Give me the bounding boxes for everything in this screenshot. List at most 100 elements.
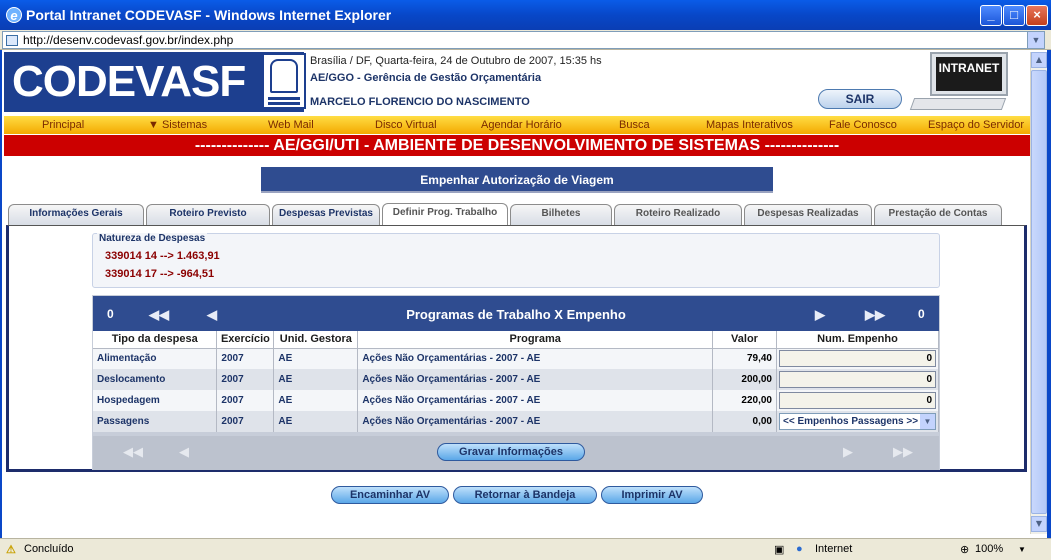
menu-espaco-servidor[interactable]: Espaço do Servidor	[928, 119, 1024, 131]
cell-programa: Ações Não Orçamentárias - 2007 - AE	[357, 348, 714, 369]
table-row: Deslocamento 2007 AE Ações Não Orçamentá…	[93, 369, 940, 390]
select-value: << Empenhos Passagens >>	[782, 416, 919, 427]
cell-exercicio: 2007	[216, 411, 275, 432]
record-count-left: 0	[107, 307, 114, 321]
cell-valor: 0,00	[712, 411, 777, 432]
scroll-thumb[interactable]	[1031, 70, 1047, 514]
codevasf-seal-icon	[262, 53, 306, 109]
intranet-computer-icon: INTRANET	[908, 52, 1018, 116]
cell-valor: 79,40	[712, 348, 777, 369]
warning-icon: ⚠	[6, 544, 16, 556]
tab-prestacao-contas[interactable]: Prestação de Contas	[874, 204, 1002, 225]
first-page-icon[interactable]: ◀◀	[123, 445, 143, 460]
scroll-down-icon[interactable]: ▼	[1031, 516, 1047, 532]
address-input[interactable]: http://desenv.codevasf.gov.br/index.php …	[2, 31, 1045, 49]
menu-principal[interactable]: Principal	[42, 119, 84, 131]
save-button[interactable]: Gravar Informações	[437, 443, 585, 461]
cell-valor: 220,00	[712, 390, 777, 411]
logout-button[interactable]: SAIR	[818, 89, 902, 109]
cell-programa: Ações Não Orçamentárias - 2007 - AE	[357, 390, 714, 411]
cell-tipo: Hospedagem	[93, 390, 218, 411]
ie-icon: e	[6, 7, 22, 23]
tab-despesas-previstas[interactable]: Despesas Previstas	[272, 204, 380, 225]
col-unid-gestora: Unid. Gestora	[273, 331, 359, 349]
next-page-icon[interactable]: ▶	[815, 307, 825, 323]
maximize-button[interactable]: □	[1003, 5, 1025, 26]
cell-programa: Ações Não Orçamentárias - 2007 - AE	[357, 369, 714, 390]
header-user: MARCELO FLORENCIO DO NASCIMENTO	[310, 96, 530, 108]
empenho-input[interactable]: 0	[778, 350, 936, 368]
header-datetime: Brasília / DF, Quarta-feira, 24 de Outub…	[310, 55, 602, 67]
col-programa: Programa	[357, 331, 714, 349]
programas-header: Programas de Trabalho X Empenho 0 ◀◀ ◀ ▶…	[93, 296, 939, 331]
record-count-right: 0	[918, 307, 925, 321]
vertical-scrollbar[interactable]: ▲ ▼	[1030, 52, 1047, 534]
encaminhar-av-button[interactable]: Encaminhar AV	[331, 486, 449, 504]
zoom-icon: ⊕	[960, 544, 970, 556]
chevron-down-icon[interactable]: ▼	[920, 414, 935, 429]
close-button[interactable]: ×	[1026, 5, 1048, 26]
cell-tipo: Deslocamento	[93, 369, 218, 390]
natureza-title: Natureza de Despesas	[97, 233, 208, 244]
status-text: Concluído	[24, 543, 74, 555]
page-title: Empenhar Autorização de Viagem	[261, 167, 773, 193]
programas-title: Programas de Trabalho X Empenho	[406, 307, 626, 322]
prev-page-icon[interactable]: ◀	[207, 307, 217, 323]
title-bar: e Portal Intranet CODEVASF - Windows Int…	[0, 0, 1051, 30]
window-frame-left	[0, 30, 2, 560]
menu-sistemas[interactable]: ▼ Sistemas	[148, 119, 207, 131]
empenho-input[interactable]: 0	[778, 371, 936, 388]
status-bar: ⚠ Concluído ▣ ● Internet ⊕ 100% ▼	[0, 538, 1051, 560]
menu-webmail[interactable]: Web Mail	[268, 119, 314, 131]
first-page-icon[interactable]: ◀◀	[149, 307, 169, 323]
table-row: Passagens 2007 AE Ações Não Orçamentária…	[93, 411, 940, 432]
tab-roteiro-previsto[interactable]: Roteiro Previsto	[146, 204, 270, 225]
tab-roteiro-realizado[interactable]: Roteiro Realizado	[614, 204, 742, 225]
cell-tipo: Alimentação	[93, 348, 218, 369]
natureza-line: 339014 14 --> 1.463,91	[105, 250, 220, 262]
programas-footer: ◀◀ ◀ ▶ ▶▶ Gravar Informações	[93, 436, 939, 470]
next-page-icon[interactable]: ▶	[843, 445, 853, 460]
empenho-passagens-select[interactable]: << Empenhos Passagens >> ▼	[778, 413, 936, 430]
codevasf-logo[interactable]: CODEVASF	[4, 52, 304, 112]
main-menu: Principal ▼ Sistemas Web Mail Disco Virt…	[4, 116, 1030, 134]
retornar-bandeja-button[interactable]: Retornar à Bandeja	[453, 486, 597, 504]
globe-icon: ●	[796, 543, 803, 555]
menu-agendar-horario[interactable]: Agendar Horário	[481, 119, 562, 131]
cell-exercicio: 2007	[216, 348, 275, 369]
menu-mapas[interactable]: Mapas Interativos	[706, 119, 793, 131]
status-zoom[interactable]: 100%	[975, 543, 1003, 555]
address-bar: http://desenv.codevasf.gov.br/index.php …	[0, 30, 1051, 50]
menu-fale-conosco[interactable]: Fale Conosco	[829, 119, 897, 131]
cell-unidade: AE	[273, 411, 359, 432]
col-tipo-despesa: Tipo da despesa	[93, 331, 218, 349]
cell-unidade: AE	[273, 390, 359, 411]
prev-page-icon[interactable]: ◀	[179, 445, 189, 460]
empenho-input[interactable]: 0	[778, 392, 936, 409]
col-exercicio: Exercício	[216, 331, 275, 349]
tab-bilhetes[interactable]: Bilhetes	[510, 204, 612, 225]
tab-definir-prog-trabalho[interactable]: Definir Prog. Trabalho	[382, 203, 508, 226]
page-icon	[6, 35, 18, 46]
cell-valor: 200,00	[712, 369, 777, 390]
address-url[interactable]: http://desenv.codevasf.gov.br/index.php	[23, 33, 233, 47]
tab-despesas-realizadas[interactable]: Despesas Realizadas	[744, 204, 872, 225]
zoom-dropdown-icon[interactable]: ▼	[1018, 545, 1026, 554]
address-dropdown-icon[interactable]: ▼	[1027, 32, 1044, 48]
cell-unidade: AE	[273, 348, 359, 369]
scroll-up-icon[interactable]: ▲	[1031, 52, 1047, 68]
window-title: Portal Intranet CODEVASF - Windows Inter…	[26, 7, 392, 23]
window-frame-right	[1047, 30, 1051, 560]
col-num-empenho: Num. Empenho	[776, 331, 940, 349]
tab-informacoes-gerais[interactable]: Informações Gerais	[8, 204, 144, 225]
menu-disco-virtual[interactable]: Disco Virtual	[375, 119, 437, 131]
cell-exercicio: 2007	[216, 390, 275, 411]
cell-programa: Ações Não Orçamentárias - 2007 - AE	[357, 411, 714, 432]
minimize-button[interactable]: _	[980, 5, 1002, 26]
imprimir-av-button[interactable]: Imprimir AV	[601, 486, 703, 504]
header-department: AE/GGO - Gerência de Gestão Orçamentária	[310, 72, 542, 84]
natureza-despesas-box: Natureza de Despesas 339014 14 --> 1.463…	[92, 233, 940, 288]
last-page-icon[interactable]: ▶▶	[893, 445, 913, 460]
last-page-icon[interactable]: ▶▶	[865, 307, 885, 323]
menu-busca[interactable]: Busca	[619, 119, 650, 131]
